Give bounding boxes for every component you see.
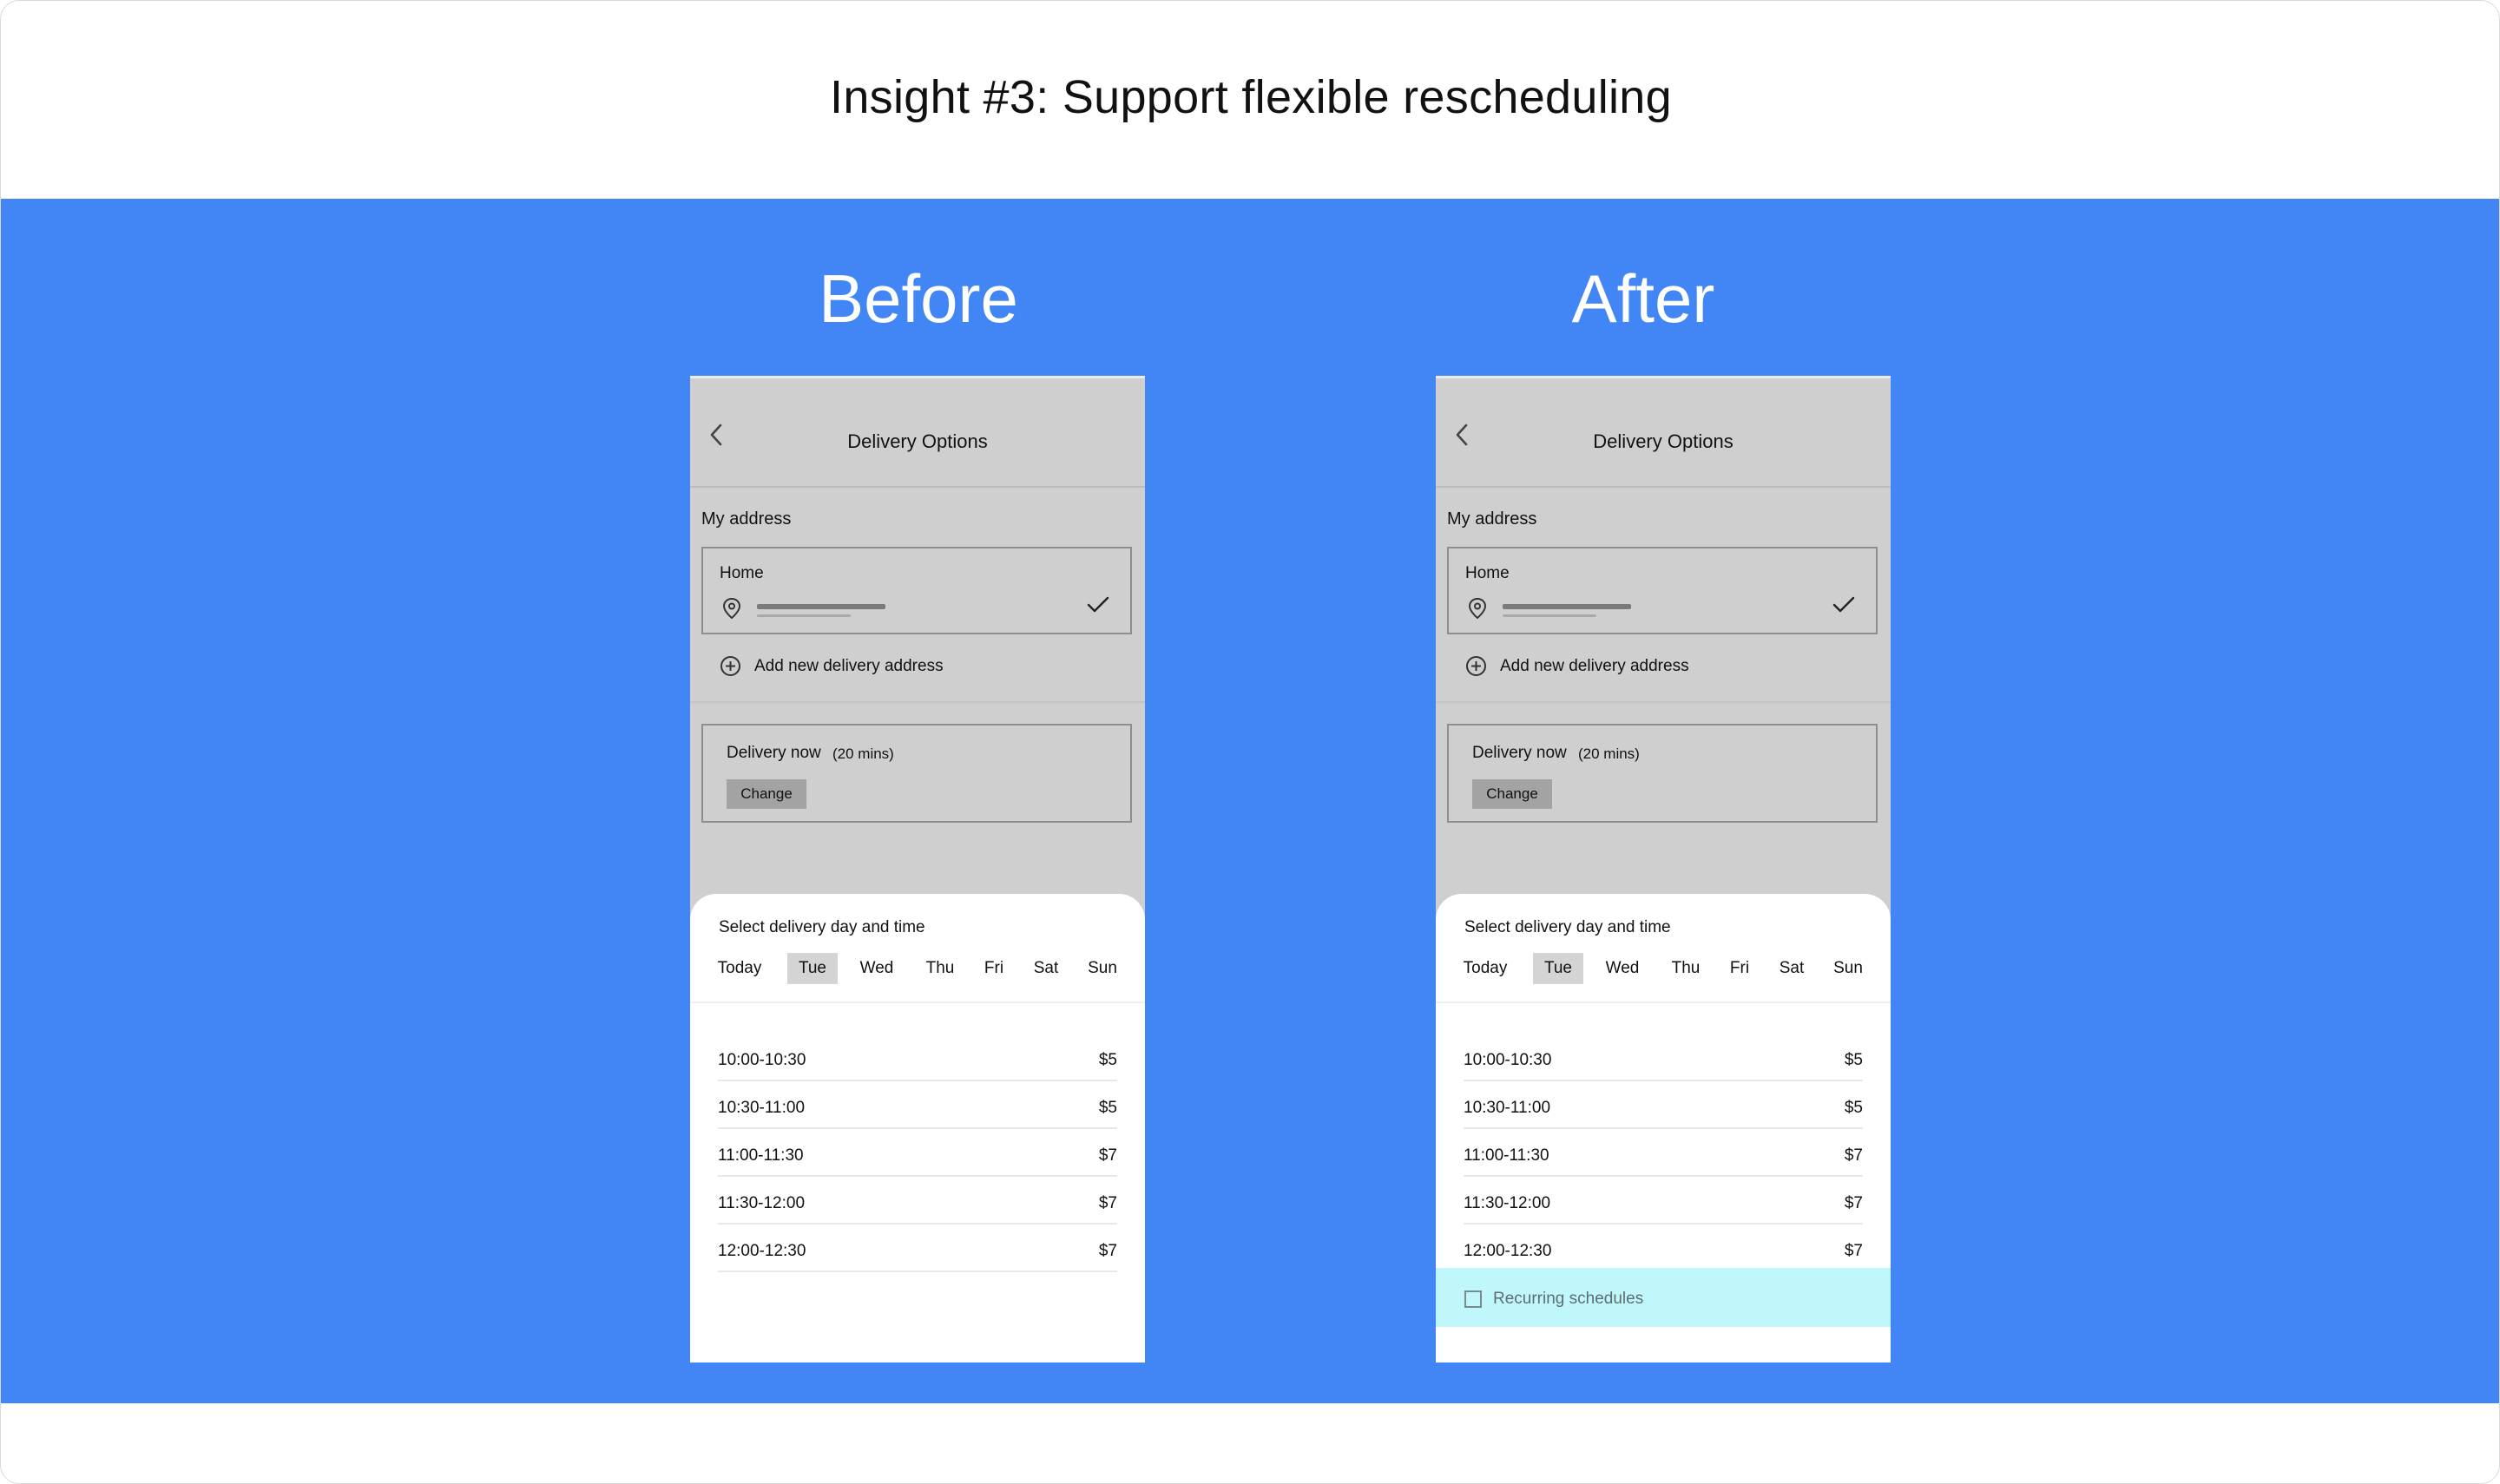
slot-time: 11:30-12:00	[1464, 1194, 1551, 1212]
slot-time: 11:00-11:30	[718, 1146, 804, 1165]
delivery-now-card: Delivery now (20 mins) Change	[701, 724, 1132, 823]
time-slot-row[interactable]: 10:30-11:00 $5	[718, 1081, 1117, 1129]
slot-price: $5	[1844, 1051, 1863, 1069]
delivery-eta: (20 mins)	[1578, 745, 1640, 762]
divider	[690, 1001, 1145, 1003]
divider	[1436, 701, 1891, 703]
address-name: Home	[720, 564, 764, 582]
sheet-title: Select delivery day and time	[719, 918, 925, 936]
address-line-placeholder	[1503, 604, 1631, 609]
add-circle-icon	[720, 656, 740, 676]
slot-price: $7	[1098, 1194, 1117, 1212]
bottom-sheet: Select delivery day and time Today Tue Wed…	[1436, 894, 1891, 1363]
time-slot-row[interactable]: 10:30-11:00 $5	[1464, 1081, 1863, 1129]
slot-time: 12:00-12:30	[1464, 1242, 1552, 1260]
slot-time: 11:00-11:30	[1464, 1146, 1549, 1165]
add-address-label: Add new delivery address	[754, 657, 944, 675]
address-card-home[interactable]: Home	[701, 547, 1132, 634]
day-tab-today[interactable]: Today	[714, 953, 765, 984]
slot-price: $5	[1098, 1099, 1117, 1117]
time-slot-row[interactable]: 12:00-12:30 $7	[718, 1225, 1117, 1272]
slot-time: 11:30-12:00	[718, 1194, 806, 1212]
address-line-placeholder-secondary	[1503, 614, 1596, 617]
day-tab-today[interactable]: Today	[1460, 953, 1510, 984]
time-slot-row[interactable]: 11:00-11:30 $7	[718, 1129, 1117, 1177]
slot-price: $5	[1844, 1099, 1863, 1117]
day-tab-thu[interactable]: Thu	[915, 953, 965, 984]
sheet-title: Select delivery day and time	[1464, 918, 1671, 936]
slot-price: $7	[1844, 1242, 1863, 1260]
time-slot-row[interactable]: 10:00-10:30 $5	[1464, 1034, 1863, 1081]
day-tab-sat[interactable]: Sat	[1773, 953, 1811, 984]
time-slot-row[interactable]: 11:30-12:00 $7	[1464, 1177, 1863, 1225]
divider	[1436, 1001, 1891, 1003]
day-tab-fri[interactable]: Fri	[977, 953, 1010, 984]
before-phone-screen: Delivery Options My address Home Add new…	[690, 376, 1145, 1363]
after-label: After	[1571, 260, 1715, 337]
address-line-placeholder-secondary	[757, 614, 851, 617]
bottom-sheet: Select delivery day and time Today Tue Wed…	[690, 894, 1145, 1363]
my-address-label: My address	[701, 509, 792, 529]
add-circle-icon	[1466, 656, 1486, 676]
time-slot-row[interactable]: 12:00-12:30 $7	[1464, 1225, 1863, 1272]
time-slot-row[interactable]: 10:00-10:30 $5	[718, 1034, 1117, 1081]
slot-price: $7	[1098, 1146, 1117, 1165]
slot-time: 10:30-11:00	[718, 1099, 806, 1117]
screen-header: Delivery Options	[1436, 378, 1891, 488]
day-tab-sun[interactable]: Sun	[1825, 953, 1872, 984]
day-tab-sat[interactable]: Sat	[1027, 953, 1065, 984]
add-address-label: Add new delivery address	[1500, 657, 1689, 675]
before-label: Before	[819, 260, 1018, 337]
day-tab-wed[interactable]: Wed	[1597, 953, 1648, 984]
slot-time: 10:00-10:30	[718, 1051, 806, 1069]
slot-price: $7	[1844, 1146, 1863, 1165]
change-button[interactable]: Change	[1472, 779, 1552, 809]
screen-title: Delivery Options	[1593, 430, 1734, 452]
location-pin-icon	[1468, 597, 1487, 620]
recurring-schedules-option[interactable]: Recurring schedules	[1436, 1268, 1891, 1327]
slot-time: 10:30-11:00	[1464, 1099, 1551, 1117]
time-slot-row[interactable]: 11:30-12:00 $7	[718, 1177, 1117, 1225]
time-slot-row[interactable]: 11:00-11:30 $7	[1464, 1129, 1863, 1177]
check-icon	[1087, 596, 1109, 613]
check-icon	[1832, 596, 1855, 613]
slide-frame: Insight #3: Support flexible reschedulin…	[0, 0, 2500, 1484]
page-title: Insight #3: Support flexible reschedulin…	[830, 71, 1672, 123]
delivery-now-label: Delivery now	[727, 744, 821, 762]
day-tab-fri[interactable]: Fri	[1723, 953, 1756, 984]
comparison-band	[1, 199, 2499, 1403]
change-button[interactable]: Change	[727, 779, 806, 809]
address-line-placeholder	[757, 604, 885, 609]
screen-header: Delivery Options	[690, 378, 1145, 488]
recurring-schedules-checkbox[interactable]	[1464, 1290, 1482, 1308]
address-name: Home	[1465, 564, 1510, 582]
slot-time: 10:00-10:30	[1464, 1051, 1552, 1069]
location-pin-icon	[722, 597, 741, 620]
slot-time: 12:00-12:30	[718, 1242, 806, 1260]
address-card-home[interactable]: Home	[1447, 547, 1878, 634]
delivery-eta: (20 mins)	[832, 745, 894, 762]
day-tab-sun[interactable]: Sun	[1079, 953, 1126, 984]
slot-price: $5	[1098, 1051, 1117, 1069]
recurring-schedules-label: Recurring schedules	[1493, 1290, 1644, 1308]
my-address-label: My address	[1447, 509, 1537, 529]
slot-price: $7	[1844, 1194, 1863, 1212]
day-tab-thu[interactable]: Thu	[1661, 953, 1711, 984]
after-phone-screen: Delivery Options My address Home Add new…	[1436, 376, 1891, 1363]
screen-title: Delivery Options	[847, 430, 988, 452]
day-tab-wed[interactable]: Wed	[852, 953, 902, 984]
divider	[690, 701, 1145, 703]
day-tab-tue[interactable]: Tue	[1533, 953, 1583, 984]
day-tab-tue[interactable]: Tue	[787, 953, 838, 984]
slot-price: $7	[1098, 1242, 1117, 1260]
delivery-now-label: Delivery now	[1472, 744, 1567, 762]
delivery-now-card: Delivery now (20 mins) Change	[1447, 724, 1878, 823]
